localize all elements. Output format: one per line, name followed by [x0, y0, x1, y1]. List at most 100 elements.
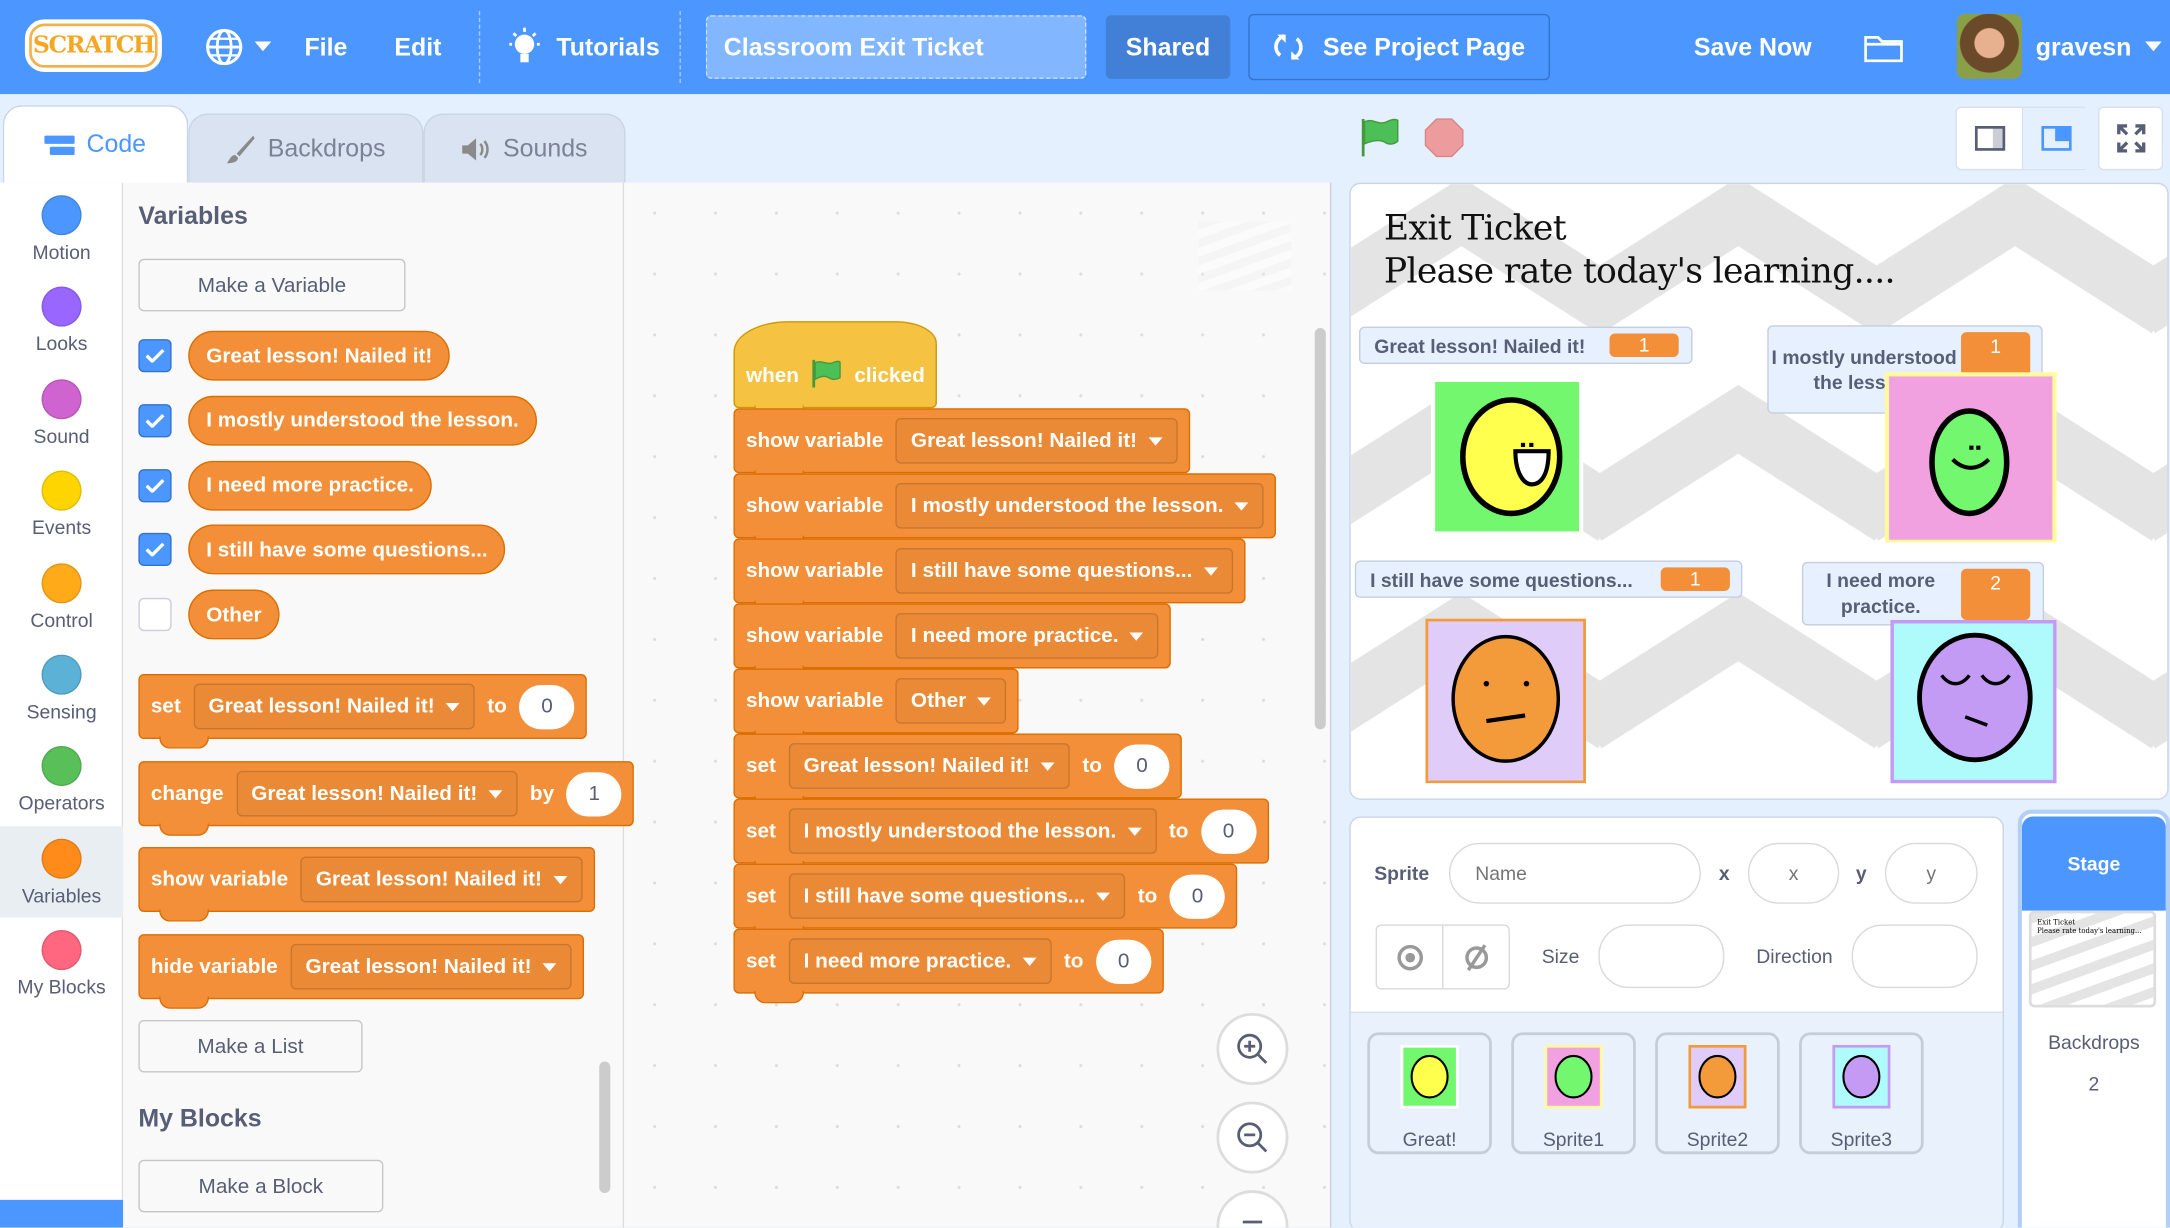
- category-looks[interactable]: Looks: [0, 275, 123, 366]
- hide-sprite-button[interactable]: [1443, 926, 1509, 988]
- variable-monitor[interactable]: I still have some questions... 1: [1354, 560, 1743, 598]
- tab-backdrops[interactable]: Backdrops: [188, 113, 424, 183]
- variable-checkbox[interactable]: [138, 403, 172, 438]
- stage-selector[interactable]: Stage Exit Ticket Please rate today's le…: [2017, 809, 2170, 1228]
- block[interactable]: hide variable Great lesson! Nailed it!: [138, 934, 585, 1009]
- variable-checkbox[interactable]: [138, 533, 172, 567]
- category-my-blocks[interactable]: My Blocks: [0, 918, 123, 1009]
- block[interactable]: show variable Other: [733, 668, 1019, 744]
- variable-dropdown[interactable]: Great lesson! Nailed it!: [193, 683, 475, 730]
- file-menu[interactable]: File: [304, 0, 347, 94]
- large-stage-button[interactable]: [2023, 107, 2090, 169]
- number-input[interactable]: 0: [519, 684, 575, 729]
- code-scrollbar[interactable]: [1314, 327, 1326, 730]
- number-input[interactable]: 0: [1200, 808, 1257, 854]
- language-menu[interactable]: [205, 0, 272, 94]
- block[interactable]: set I mostly understood the lesson. to 0: [733, 798, 1269, 874]
- block[interactable]: show variable I need more practice.: [733, 603, 1172, 679]
- block[interactable]: show variable I still have some questions…: [733, 538, 1246, 614]
- edit-menu[interactable]: Edit: [394, 0, 441, 94]
- y-input[interactable]: [1884, 842, 1978, 904]
- tutorials-button[interactable]: Tutorials: [507, 0, 660, 94]
- variable-reporter-block[interactable]: Other: [188, 589, 280, 640]
- variable-dropdown[interactable]: I need more practice.: [895, 613, 1159, 659]
- see-project-page-button[interactable]: See Project Page: [1248, 13, 1551, 81]
- variable-dropdown[interactable]: Great lesson! Nailed it!: [235, 770, 518, 817]
- shared-button[interactable]: Shared: [1105, 15, 1231, 79]
- sprite-2[interactable]: [1425, 618, 1586, 784]
- small-stage-button[interactable]: [1957, 107, 2024, 169]
- block[interactable]: set I need more practice. to 0: [733, 928, 1164, 1004]
- make-list-button[interactable]: Make a List: [138, 1019, 363, 1073]
- sprite-3[interactable]: [1890, 620, 2057, 784]
- account-menu[interactable]: gravesn: [2036, 0, 2162, 94]
- variable-dropdown[interactable]: Great lesson! Nailed it!: [788, 743, 1070, 789]
- block[interactable]: show variable Great lesson! Nailed it!: [138, 846, 595, 922]
- tab-code[interactable]: Code: [2, 105, 189, 183]
- category-events[interactable]: Events: [0, 458, 123, 549]
- variable-dropdown[interactable]: Great lesson! Nailed it!: [895, 417, 1178, 464]
- block[interactable]: show variable Great lesson! Nailed it!: [733, 408, 1190, 483]
- sprite-tile[interactable]: Great!: [1367, 1032, 1492, 1155]
- extension-button[interactable]: [0, 1199, 124, 1228]
- green-flag-icon[interactable]: [1360, 116, 1402, 158]
- number-input[interactable]: 1: [566, 771, 622, 816]
- show-sprite-button[interactable]: [1377, 925, 1444, 989]
- user-avatar[interactable]: [1956, 13, 2022, 79]
- variable-monitor[interactable]: I need more practice. 2: [1801, 561, 2045, 626]
- variable-reporter-block[interactable]: Great lesson! Nailed it!: [188, 330, 451, 381]
- block[interactable]: show variable I mostly understood the les…: [733, 473, 1277, 549]
- fullscreen-button[interactable]: [2098, 106, 2164, 171]
- number-input[interactable]: 0: [1095, 938, 1152, 984]
- script-stack[interactable]: when clicked show variable Great lesson! Na…: [733, 321, 1277, 1004]
- x-input[interactable]: [1747, 842, 1840, 904]
- save-now-button[interactable]: Save Now: [1694, 0, 1812, 94]
- variable-dropdown[interactable]: I still have some questions...: [895, 548, 1233, 594]
- variable-dropdown[interactable]: Other: [895, 678, 1007, 724]
- variable-monitor[interactable]: Great lesson! Nailed it! 1: [1359, 326, 1693, 364]
- scratch-logo[interactable]: SCRATCH: [24, 19, 162, 72]
- variable-checkbox[interactable]: [138, 339, 172, 373]
- stage-canvas[interactable]: Exit Ticket Please rate today's learning…: [1349, 182, 2169, 800]
- zoom-out-button[interactable]: [1216, 1101, 1289, 1174]
- size-input[interactable]: [1598, 924, 1725, 989]
- make-variable-button[interactable]: Make a Variable: [138, 258, 406, 312]
- category-sensing[interactable]: Sensing: [0, 642, 123, 733]
- category-sound[interactable]: Sound: [0, 366, 123, 457]
- when-flag-clicked-block[interactable]: when clicked: [733, 321, 938, 418]
- variable-dropdown[interactable]: I need more practice.: [788, 938, 1052, 984]
- backdrop-thumbnail[interactable]: Exit Ticket Please rate today's learning…: [2028, 910, 2157, 1008]
- script-area[interactable]: when clicked show variable Great lesson! Na…: [624, 182, 1332, 1228]
- block[interactable]: set Great lesson! Nailed it! to 0: [733, 733, 1183, 809]
- sprite-name-input[interactable]: [1448, 842, 1701, 904]
- variable-reporter-block[interactable]: I still have some questions...: [188, 525, 506, 575]
- sprite-great[interactable]: [1430, 376, 1585, 537]
- zoom-reset-button[interactable]: [1216, 1190, 1289, 1228]
- zoom-in-button[interactable]: [1216, 1013, 1289, 1086]
- variable-reporter-block[interactable]: I need more practice.: [188, 460, 432, 511]
- category-control[interactable]: Control: [0, 550, 123, 641]
- category-motion[interactable]: Motion: [0, 183, 123, 274]
- palette-scrollbar[interactable]: [599, 1061, 611, 1193]
- variable-dropdown[interactable]: Great lesson! Nailed it!: [290, 943, 572, 990]
- category-operators[interactable]: Operators: [0, 734, 123, 825]
- number-input[interactable]: 0: [1114, 743, 1170, 789]
- project-title-input[interactable]: [705, 15, 1087, 79]
- variable-checkbox[interactable]: [138, 468, 172, 502]
- block[interactable]: set I still have some questions... to 0: [733, 863, 1238, 939]
- my-stuff-button[interactable]: [1864, 0, 1903, 94]
- make-block-button[interactable]: Make a Block: [138, 1159, 384, 1213]
- variable-reporter-block[interactable]: I mostly understood the lesson.: [188, 395, 537, 446]
- variable-dropdown[interactable]: Great lesson! Nailed it!: [300, 856, 583, 903]
- sprite-tile[interactable]: Sprite1: [1511, 1032, 1636, 1155]
- block[interactable]: change Great lesson! Nailed it! by 1: [138, 761, 635, 836]
- sprite-tile[interactable]: Sprite3: [1799, 1032, 1924, 1155]
- variable-dropdown[interactable]: I mostly understood the lesson.: [788, 808, 1157, 854]
- variable-dropdown[interactable]: I still have some questions...: [788, 873, 1126, 919]
- category-variables[interactable]: Variables: [0, 825, 124, 918]
- variable-dropdown[interactable]: I mostly understood the lesson.: [895, 482, 1264, 529]
- variable-checkbox[interactable]: [138, 598, 172, 632]
- tab-sounds[interactable]: Sounds: [423, 113, 626, 183]
- sprite-1[interactable]: [1884, 371, 2058, 544]
- sprite-tile[interactable]: Sprite2: [1655, 1032, 1780, 1155]
